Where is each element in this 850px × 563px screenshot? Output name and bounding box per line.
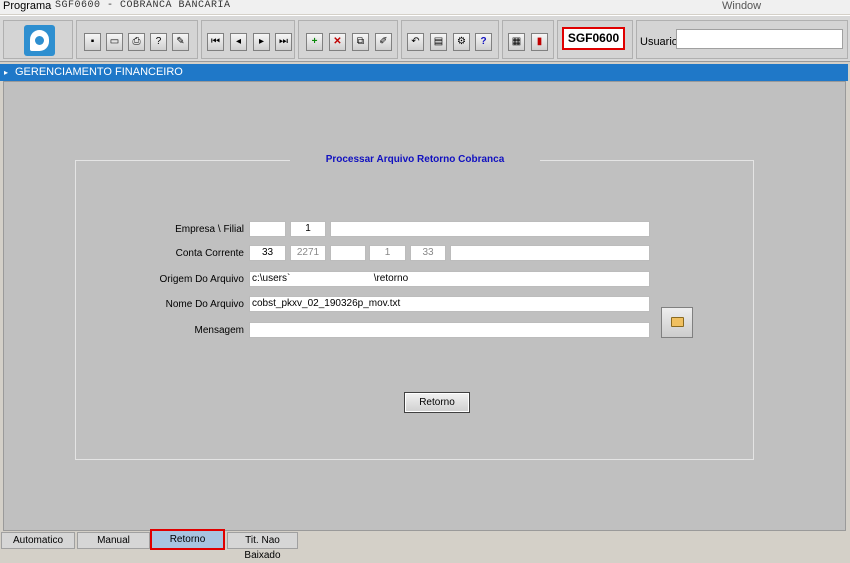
- empresa-name-field: [330, 221, 650, 237]
- delete-record-icon[interactable]: ✕: [329, 33, 346, 51]
- screen-icon[interactable]: ▭: [106, 33, 123, 51]
- window-title-bar: ▸ GERENCIAMENTO FINANCEIRO: [0, 64, 848, 81]
- edit-tools-group: ↶ ▤ ⚙ ?: [401, 20, 499, 59]
- tab-bar: Automatico Manual Retorno Tit. Nao Baixa…: [0, 529, 850, 561]
- window-menu-icon[interactable]: ▸: [4, 64, 8, 81]
- file-tools-group: ▪ ▭ ⎙ ? ✎: [76, 20, 198, 59]
- navigation-group: ⏮ ◂ ▸ ⏭: [201, 20, 295, 59]
- tab-retorno[interactable]: Retorno: [150, 529, 225, 550]
- conta-descricao-field: [450, 245, 650, 261]
- conta-banco-field[interactable]: 33: [249, 245, 286, 261]
- last-record-icon[interactable]: ⏭: [275, 33, 292, 51]
- tab-automatico[interactable]: Automatico: [1, 532, 75, 549]
- tools-icon[interactable]: ⚙: [453, 33, 470, 51]
- clipboard-icon[interactable]: ▤: [430, 33, 447, 51]
- duplicate-record-icon[interactable]: ⧉: [352, 33, 369, 51]
- query-help-icon[interactable]: ?: [150, 33, 167, 51]
- insert-record-icon[interactable]: +: [306, 33, 323, 51]
- next-record-icon[interactable]: ▸: [253, 33, 270, 51]
- origem-arquivo-field[interactable]: c:\users` \retorno: [249, 271, 650, 287]
- mensagem-field[interactable]: [249, 322, 650, 338]
- logo-group: [3, 20, 73, 59]
- exit-icon[interactable]: ▮: [531, 33, 548, 51]
- menu-bar: Programa SGF0600 - COBRANCA BANCARIA Win…: [0, 0, 850, 14]
- edit-record-icon[interactable]: ✐: [375, 33, 392, 51]
- folder-icon: [671, 317, 684, 327]
- user-label: Usuario: [640, 36, 678, 48]
- menu-programa[interactable]: Programa: [3, 0, 51, 12]
- tab-tit-nao-baixado[interactable]: Tit. Nao Baixado: [227, 532, 298, 561]
- previous-record-icon[interactable]: ◂: [230, 33, 247, 51]
- conta-digito-field[interactable]: [330, 245, 366, 261]
- empresa-filial-label: Empresa \ Filial: [175, 224, 244, 235]
- save-icon[interactable]: ▪: [84, 33, 101, 51]
- first-record-icon[interactable]: ⏮: [207, 33, 224, 51]
- program-title: SGF0600 - COBRANCA BANCARIA: [55, 0, 231, 11]
- window-title: GERENCIAMENTO FINANCEIRO: [15, 66, 183, 78]
- calendar-icon[interactable]: ▦: [508, 33, 525, 51]
- execute-query-icon[interactable]: ✎: [172, 33, 189, 51]
- print-icon[interactable]: ⎙: [128, 33, 145, 51]
- exit-tools-group: ▦ ▮: [502, 20, 554, 59]
- user-field[interactable]: [676, 29, 843, 49]
- section-title: Processar Arquivo Retorno Cobranca: [290, 154, 540, 168]
- tab-manual[interactable]: Manual: [77, 532, 150, 549]
- menu-window[interactable]: Window: [722, 0, 761, 12]
- conta-numero-field[interactable]: 33: [410, 245, 446, 261]
- filial-field[interactable]: 1: [290, 221, 326, 237]
- nome-arquivo-label: Nome Do Arquivo: [165, 299, 244, 310]
- help-icon[interactable]: ?: [475, 33, 492, 51]
- form-code-badge: SGF0600: [562, 27, 625, 50]
- conta-corrente-label: Conta Corrente: [175, 248, 244, 259]
- app-logo-icon: [24, 25, 55, 56]
- toolbar: ▪ ▭ ⎙ ? ✎ ⏮ ◂ ▸ ⏭ + ✕ ⧉ ✐ ↶ ▤ ⚙ ? ▦ ▮ SG…: [0, 15, 850, 62]
- conta-agencia-field[interactable]: 2271: [290, 245, 326, 261]
- mensagem-label: Mensagem: [194, 325, 244, 336]
- origem-arquivo-label: Origem Do Arquivo: [159, 274, 244, 285]
- record-tools-group: + ✕ ⧉ ✐: [298, 20, 398, 59]
- conta-seq-field[interactable]: 1: [369, 245, 406, 261]
- empresa-field[interactable]: [249, 221, 286, 237]
- retorno-button[interactable]: Retorno: [404, 392, 470, 413]
- undo-icon[interactable]: ↶: [407, 33, 424, 51]
- nome-arquivo-field[interactable]: cobst_pkxv_02_190326p_mov.txt: [249, 296, 650, 312]
- browse-folder-button[interactable]: [661, 307, 693, 338]
